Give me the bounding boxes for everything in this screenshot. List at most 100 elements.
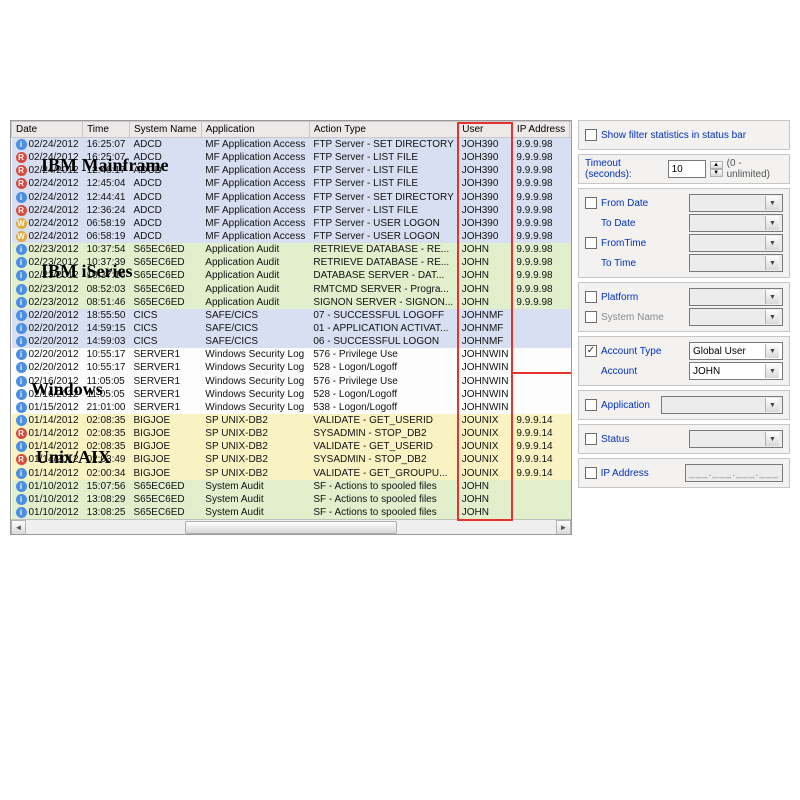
system-name-dropdown[interactable]: ▼ bbox=[689, 308, 783, 326]
to-date-field[interactable]: ▼ bbox=[689, 214, 783, 232]
table-row[interactable]: R02/24/201212:46:17ADCDMF Application Ac… bbox=[12, 164, 573, 177]
scroll-left-button[interactable]: ◄ bbox=[11, 520, 26, 535]
table-row[interactable]: i01/10/201215:07:56S65EC6EDSystem AuditS… bbox=[12, 480, 573, 493]
col-date[interactable]: Date bbox=[12, 122, 83, 138]
col-user[interactable]: User bbox=[458, 122, 513, 138]
col-ip-address[interactable]: IP Address bbox=[512, 122, 569, 138]
from-date-checkbox[interactable] bbox=[585, 197, 597, 209]
table-row[interactable]: i02/20/201214:59:03CICSSAFE/CICS06 - SUC… bbox=[12, 335, 573, 348]
table-row[interactable]: W02/24/201206:58:19ADCDMF Application Ac… bbox=[12, 217, 573, 230]
filter-group-stats: Show filter statistics in status bar bbox=[578, 120, 790, 150]
application-checkbox[interactable] bbox=[585, 399, 597, 411]
table-row[interactable]: i02/16/201211:05:05SERVER1Windows Securi… bbox=[12, 388, 573, 401]
table-row[interactable]: i02/23/201208:51:46S65EC6EDApplication A… bbox=[12, 296, 573, 309]
status-icon: W bbox=[16, 218, 27, 229]
col-application[interactable]: Application bbox=[201, 122, 309, 138]
table-header-row: DateTimeSystem NameApplicationAction Typ… bbox=[12, 122, 573, 138]
table-row[interactable]: i01/14/201202:00:34BIGJOESP UNIX-DB2VALI… bbox=[12, 467, 573, 480]
col-system-name[interactable]: System Name bbox=[130, 122, 202, 138]
filter-group-dates: From Date ▼ To Date ▼ FromTime ▼ To Time… bbox=[578, 188, 790, 278]
application-label: Application bbox=[601, 400, 657, 411]
audit-table: DateTimeSystem NameApplicationAction Typ… bbox=[11, 121, 572, 519]
ip-label: IP Address bbox=[601, 468, 681, 479]
filter-group-account: Account Type Global User▼ Account JOHN▼ bbox=[578, 336, 790, 386]
from-time-checkbox[interactable] bbox=[585, 237, 597, 249]
filter-group-status: Status ▼ bbox=[578, 424, 790, 454]
scroll-right-button[interactable]: ► bbox=[556, 520, 571, 535]
table-row[interactable]: i02/24/201212:44:41ADCDMF Application Ac… bbox=[12, 191, 573, 204]
show-stats-label: Show filter statistics in status bar bbox=[601, 130, 746, 141]
status-icon: W bbox=[16, 231, 27, 242]
status-icon: R bbox=[16, 165, 27, 176]
status-dropdown[interactable]: ▼ bbox=[689, 430, 783, 448]
to-time-field[interactable]: ▼ bbox=[689, 254, 783, 272]
table-row[interactable]: i02/20/201210:55:17SERVER1Windows Securi… bbox=[12, 361, 573, 374]
status-icon: i bbox=[16, 349, 27, 360]
table-row[interactable]: i02/23/201208:52:03S65EC6EDApplication A… bbox=[12, 283, 573, 296]
timeout-label: Timeout (seconds): bbox=[585, 158, 664, 180]
col-library[interactable]: Library bbox=[570, 122, 572, 138]
status-icon: i bbox=[16, 310, 27, 321]
status-checkbox[interactable] bbox=[585, 433, 597, 445]
platform-checkbox[interactable] bbox=[585, 291, 597, 303]
col-action-type[interactable]: Action Type bbox=[309, 122, 457, 138]
table-row[interactable]: W02/24/201206:58:19ADCDMF Application Ac… bbox=[12, 230, 573, 243]
app-container: DateTimeSystem NameApplicationAction Typ… bbox=[10, 120, 790, 535]
table-row[interactable]: i02/20/201218:55:50CICSSAFE/CICS07 - SUC… bbox=[12, 309, 573, 322]
table-row[interactable]: i01/10/201213:08:25S65EC6EDSystem AuditS… bbox=[12, 506, 573, 519]
table-row[interactable]: i01/15/201221:01:00SERVER1Windows Securi… bbox=[12, 401, 573, 414]
table-row[interactable]: i02/23/201210:37:54S65EC6EDApplication A… bbox=[12, 243, 573, 256]
status-icon: i bbox=[16, 362, 27, 373]
status-icon: i bbox=[16, 415, 27, 426]
from-date-label: From Date bbox=[601, 198, 685, 209]
from-date-field[interactable]: ▼ bbox=[689, 194, 783, 212]
platform-dropdown[interactable]: ▼ bbox=[689, 288, 783, 306]
scroll-track[interactable] bbox=[26, 520, 556, 535]
table-row[interactable]: i02/23/201210:37:16S65EC6EDApplication A… bbox=[12, 269, 573, 282]
table-row[interactable]: i02/20/201214:59:15CICSSAFE/CICS01 - APP… bbox=[12, 322, 573, 335]
table-row[interactable]: i02/16/201211:05:05SERVER1Windows Securi… bbox=[12, 375, 573, 388]
status-icon: i bbox=[16, 192, 27, 203]
timeout-input[interactable]: 10 bbox=[668, 160, 706, 178]
ip-field[interactable]: ___.___.___.___ bbox=[685, 464, 783, 482]
from-time-field[interactable]: ▼ bbox=[689, 234, 783, 252]
table-row[interactable]: i01/14/201202:08:35BIGJOESP UNIX-DB2VALI… bbox=[12, 414, 573, 427]
system-name-checkbox[interactable] bbox=[585, 311, 597, 323]
status-icon: i bbox=[16, 481, 27, 492]
timeout-spinner[interactable]: ▲▼ bbox=[710, 161, 723, 177]
status-icon: i bbox=[16, 376, 27, 387]
status-icon: i bbox=[16, 297, 27, 308]
table-row[interactable]: R02/24/201212:45:04ADCDMF Application Ac… bbox=[12, 177, 573, 190]
audit-grid-pane: DateTimeSystem NameApplicationAction Typ… bbox=[10, 120, 572, 535]
table-row[interactable]: i02/23/201210:37:39S65EC6EDApplication A… bbox=[12, 256, 573, 269]
horiz-scrollbar[interactable]: ◄ ► bbox=[11, 519, 571, 534]
table-row[interactable]: i01/14/201202:08:35BIGJOESP UNIX-DB2VALI… bbox=[12, 440, 573, 453]
table-row[interactable]: R01/14/201202:08:35BIGJOESP UNIX-DB2SYSA… bbox=[12, 427, 573, 440]
platform-label: Platform bbox=[601, 292, 685, 303]
table-row[interactable]: R01/14/201202:03:49BIGJOESP UNIX-DB2SYSA… bbox=[12, 453, 573, 466]
status-icon: i bbox=[16, 468, 27, 479]
status-icon: i bbox=[16, 270, 27, 281]
show-stats-checkbox[interactable] bbox=[585, 129, 597, 141]
account-dropdown[interactable]: JOHN▼ bbox=[689, 362, 783, 380]
ip-checkbox[interactable] bbox=[585, 467, 597, 479]
status-icon: i bbox=[16, 389, 27, 400]
scroll-thumb[interactable] bbox=[185, 521, 397, 534]
table-row[interactable]: i02/24/201216:25:07ADCDMF Application Ac… bbox=[12, 138, 573, 152]
table-body: i02/24/201216:25:07ADCDMF Application Ac… bbox=[12, 138, 573, 520]
table-row[interactable]: i02/20/201210:55:17SERVER1Windows Securi… bbox=[12, 348, 573, 361]
account-type-checkbox[interactable] bbox=[585, 345, 597, 357]
status-icon: i bbox=[16, 323, 27, 334]
application-dropdown[interactable]: ▼ bbox=[661, 396, 783, 414]
status-icon: i bbox=[16, 284, 27, 295]
table-row[interactable]: R02/24/201212:36:24ADCDMF Application Ac… bbox=[12, 204, 573, 217]
filter-group-application: Application ▼ bbox=[578, 390, 790, 420]
filter-group-timeout: Timeout (seconds): 10 ▲▼ (0 - unlimited) bbox=[578, 154, 790, 184]
col-time[interactable]: Time bbox=[83, 122, 130, 138]
status-label: Status bbox=[601, 434, 685, 445]
table-row[interactable]: R02/24/201216:25:07ADCDMF Application Ac… bbox=[12, 151, 573, 164]
status-icon: i bbox=[16, 336, 27, 347]
table-row[interactable]: i01/10/201213:08:29S65EC6EDSystem AuditS… bbox=[12, 493, 573, 506]
status-icon: R bbox=[16, 152, 27, 163]
account-type-dropdown[interactable]: Global User▼ bbox=[689, 342, 783, 360]
